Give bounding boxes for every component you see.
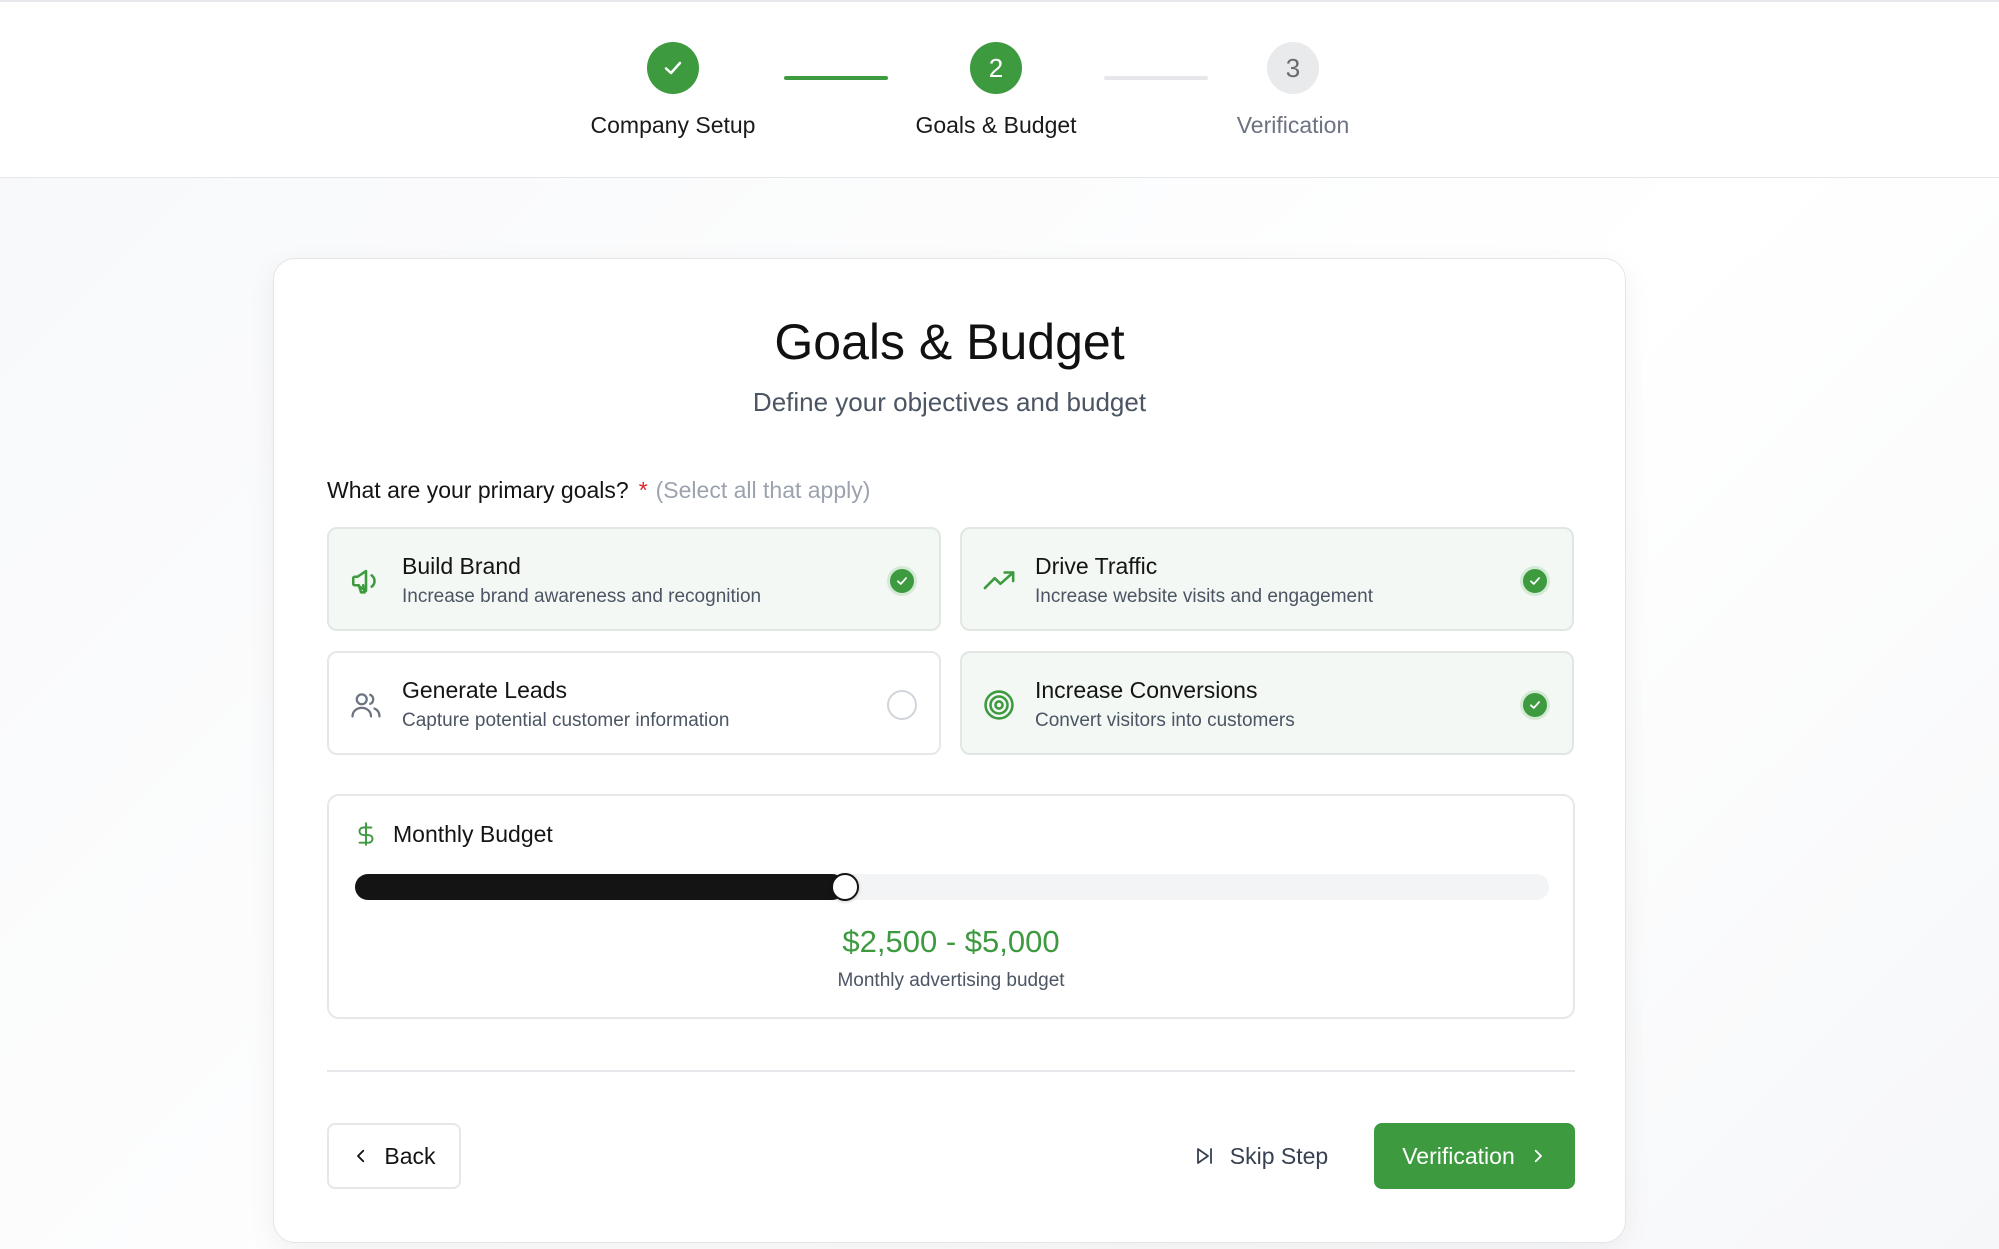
goals-question-text: What are your primary goals? [327,477,629,503]
step-goals-budget[interactable]: 2 Goals & Budget [876,42,1116,139]
goal-option-generate-leads[interactable]: Generate Leads Capture potential custome… [327,651,941,755]
budget-caption: Monthly advertising budget [837,970,1065,991]
skip-forward-icon [1196,1148,1212,1164]
budget-slider[interactable] [355,873,1549,901]
goal-checkbox-checked[interactable] [1520,566,1550,596]
trending-up-icon [983,571,1015,590]
goal-option-drive-traffic[interactable]: Drive Traffic Increase website visits an… [960,527,1574,631]
chevron-left-icon [357,1149,365,1163]
step-completed-indicator [647,42,699,94]
check-icon [664,61,682,75]
chevron-right-icon [1534,1149,1542,1163]
goal-checkbox-checked[interactable] [887,566,917,596]
goal-description: Convert visitors into customers [1035,710,1295,731]
check-icon [1530,577,1540,585]
back-button-label: Back [384,1142,436,1169]
goal-title: Generate Leads [402,677,567,703]
budget-range-value: $2,500 - $5,000 [842,924,1060,959]
goal-checkbox-unchecked[interactable] [887,690,917,720]
check-icon [1530,701,1540,709]
next-verification-button[interactable]: Verification [1374,1123,1575,1189]
required-mark: * [638,477,648,503]
back-button[interactable]: Back [327,1123,461,1189]
budget-label: Monthly Budget [393,820,553,847]
step-label: Company Setup [590,112,756,138]
next-button-label: Verification [1402,1142,1515,1169]
goal-title: Drive Traffic [1035,553,1158,579]
users-icon [351,693,381,718]
check-icon [897,577,907,585]
step-number: 3 [1267,42,1319,94]
goal-description: Capture potential customer information [402,710,730,731]
goal-description: Increase brand awareness and recognition [402,586,762,607]
budget-header: Monthly Budget [353,820,553,848]
goal-option-increase-conversions[interactable]: Increase Conversions Convert visitors in… [960,651,1574,755]
step-label: Verification [1236,112,1350,138]
goal-checkbox-checked[interactable] [1520,690,1550,720]
footer-divider [327,1070,1575,1072]
progress-stepper: Company Setup 2 Goals & Budget 3 Verific… [0,0,1999,178]
skip-step-button[interactable]: Skip Step [1180,1123,1340,1189]
skip-step-label: Skip Step [1229,1142,1329,1169]
goals-hint: (Select all that apply) [655,477,871,503]
goals-budget-card: Goals & Budget Define your objectives an… [273,258,1626,1243]
page-title: Goals & Budget [774,314,1125,370]
goal-description: Increase website visits and engagement [1035,586,1373,607]
goals-question: What are your primary goals? * (Select all… [327,477,870,504]
step-label: Goals & Budget [915,112,1077,138]
step-number: 2 [970,42,1022,94]
budget-slider-thumb[interactable] [830,873,859,901]
step-connector-complete [784,76,888,80]
goal-title: Build Brand [402,553,521,579]
step-company-setup[interactable]: Company Setup [553,42,793,139]
budget-slider-fill [355,874,845,900]
goal-title: Increase Conversions [1035,677,1258,703]
goal-option-build-brand[interactable]: Build Brand Increase brand awareness and… [327,527,941,631]
target-icon [984,690,1014,720]
dollar-icon [358,822,374,846]
step-verification[interactable]: 3 Verification [1173,42,1413,139]
megaphone-icon [351,569,376,594]
monthly-budget-section: Monthly Budget $2,500 - $5,000 Monthly a… [327,794,1575,1019]
page-subtitle: Define your objectives and budget [752,387,1147,417]
